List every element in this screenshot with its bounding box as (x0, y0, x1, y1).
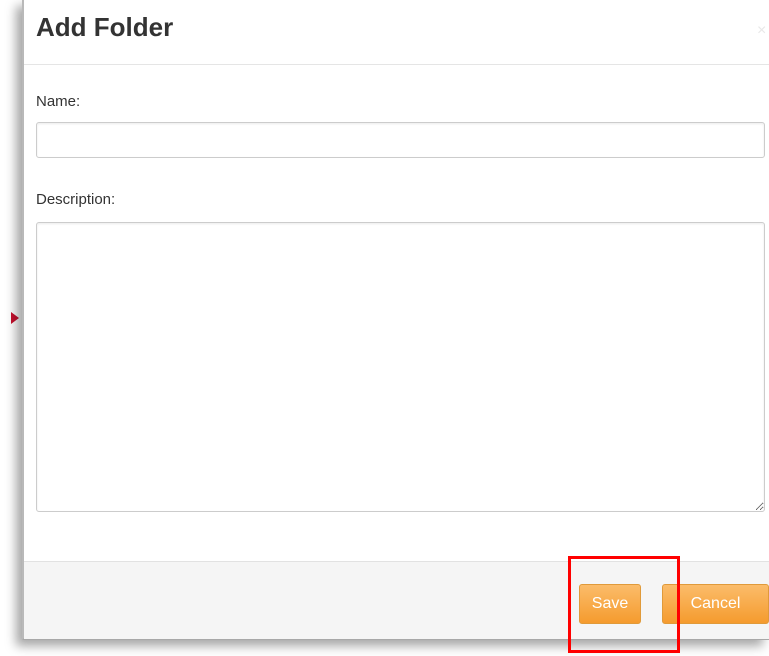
dialog-footer: Save Cancel (24, 561, 769, 639)
dialog-title: Add Folder (36, 12, 174, 42)
add-folder-dialog: Add Folder × Name: Description: Save Can… (22, 0, 769, 640)
name-label: Name: (36, 93, 81, 110)
screenshot-stage: Add Folder × Name: Description: Save Can… (0, 0, 769, 656)
close-icon[interactable]: × (757, 22, 769, 40)
description-textarea[interactable] (36, 222, 765, 512)
save-button[interactable]: Save (579, 584, 641, 624)
name-input[interactable] (36, 122, 765, 158)
dialog-header: Add Folder × (24, 0, 769, 65)
cancel-button[interactable]: Cancel (662, 584, 769, 624)
pointer-arrow-icon (11, 312, 19, 324)
description-label: Description: (36, 191, 116, 208)
